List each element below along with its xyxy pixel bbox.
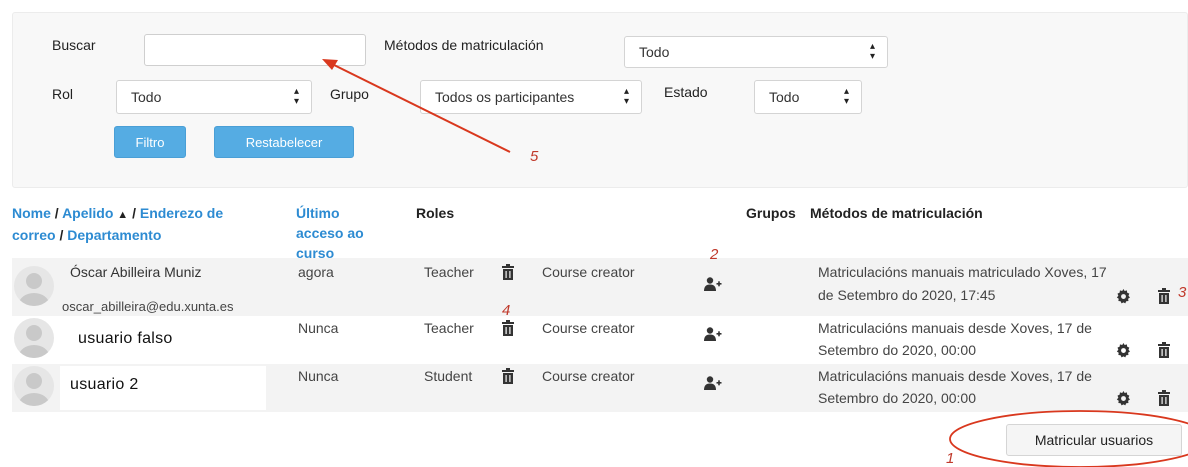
gear-icon[interactable] [1116,391,1131,406]
enrol-methods-label: Métodos de matriculación [384,37,544,53]
enrol-method-line2: Setembro do 2020, 00:00 [818,342,977,358]
header-enrol-methods: Métodos de matriculación [810,205,983,221]
annotation-number-1: 1 [946,450,955,467]
sort-by-email[interactable]: Enderezo de [140,205,223,221]
role-name: Teacher [424,320,474,336]
header-separator: / [55,227,68,243]
role-value: Todo [131,89,162,105]
header-last-access-line2: acceso ao [296,225,364,241]
trash-icon[interactable] [501,264,515,280]
status-select[interactable]: Todo ▴ ▾ [754,80,862,114]
header-roles: Roles [416,205,455,221]
sort-by-email-2[interactable]: correo [12,227,56,243]
user-avatar-icon[interactable] [14,318,54,358]
annotation-number-3: 3 [1178,284,1187,301]
header-separator: / [132,205,140,221]
role-name: Teacher [424,264,474,280]
user-fullname[interactable]: Óscar Abilleira Muniz [70,264,202,280]
header-groups: Grupos [746,205,796,221]
search-input[interactable] [144,34,366,66]
user-avatar-icon[interactable] [14,366,54,406]
select-caret-icon: ▴ ▾ [843,86,849,107]
header-separator: / [50,205,63,221]
annotation-number-2: 2 [710,246,719,263]
enrol-method-line1: Matriculacións manuais matriculado Xoves… [818,264,1107,280]
trash-icon[interactable] [1157,390,1171,406]
trash-icon[interactable] [501,320,515,336]
select-caret-icon: ▴ ▾ [623,86,629,107]
sort-ascending-icon: ▲ [117,209,129,221]
trash-icon[interactable] [501,368,515,384]
add-user-icon[interactable] [704,277,722,291]
reset-button[interactable]: Restabelecer [214,126,354,158]
sort-by-last-access[interactable]: Último acceso ao curso [296,203,396,263]
status-label: Estado [664,84,708,100]
annotation-number-5: 5 [530,148,539,165]
enrol-method-line1: Matriculacións manuais desde Xoves, 17 d… [818,368,1092,384]
sort-by-department[interactable]: Departamento [67,227,161,243]
trash-icon[interactable] [1157,288,1171,304]
gear-icon[interactable] [1116,343,1131,358]
gear-icon[interactable] [1116,289,1131,304]
header-last-access-line1: Último [296,205,340,221]
add-user-icon[interactable] [704,327,722,341]
enrol-method-line2: de Setembro do 2020, 17:45 [818,287,996,303]
select-caret-icon: ▴ ▾ [293,86,299,107]
enrol-methods-value: Todo [639,44,670,60]
last-access: agora [298,264,334,280]
user-email: oscar_abilleira@edu.xunta.es [62,299,234,314]
role-name: Student [424,368,473,384]
search-label: Buscar [52,37,96,53]
group-select[interactable]: Todos os participantes ▴ ▾ [420,80,642,114]
user-fullname[interactable]: usuario 2 [70,376,139,394]
sort-by-first-name[interactable]: Nome [12,205,51,221]
role-label: Rol [52,86,74,102]
header-name-email: Nome / Apelido ▲ / Enderezo de correo / … [12,203,302,245]
user-fullname[interactable]: usuario falso [78,330,173,348]
group-value: Todos os participantes [435,89,575,105]
role-select[interactable]: Todo ▴ ▾ [116,80,312,114]
enrol-users-button[interactable]: Matricular usuarios [1006,424,1182,456]
status-value: Todo [769,89,800,105]
trash-icon[interactable] [1157,342,1171,358]
filter-button[interactable]: Filtro [114,126,186,158]
select-caret-icon: ▴ ▾ [869,41,875,62]
sort-by-surname[interactable]: Apelido [62,205,113,221]
group-label: Grupo [330,86,369,102]
secondary-role: Course creator [542,320,635,336]
secondary-role: Course creator [542,264,635,280]
add-user-icon[interactable] [704,376,722,390]
enrol-method-line2: Setembro do 2020, 00:00 [818,390,977,406]
last-access: Nunca [298,368,339,384]
enrol-methods-select[interactable]: Todo ▴ ▾ [624,36,888,68]
user-avatar-icon[interactable] [14,266,54,306]
last-access: Nunca [298,320,339,336]
secondary-role: Course creator [542,368,635,384]
enrol-method-line1: Matriculacións manuais desde Xoves, 17 d… [818,320,1092,336]
annotation-number-4: 4 [502,302,511,319]
